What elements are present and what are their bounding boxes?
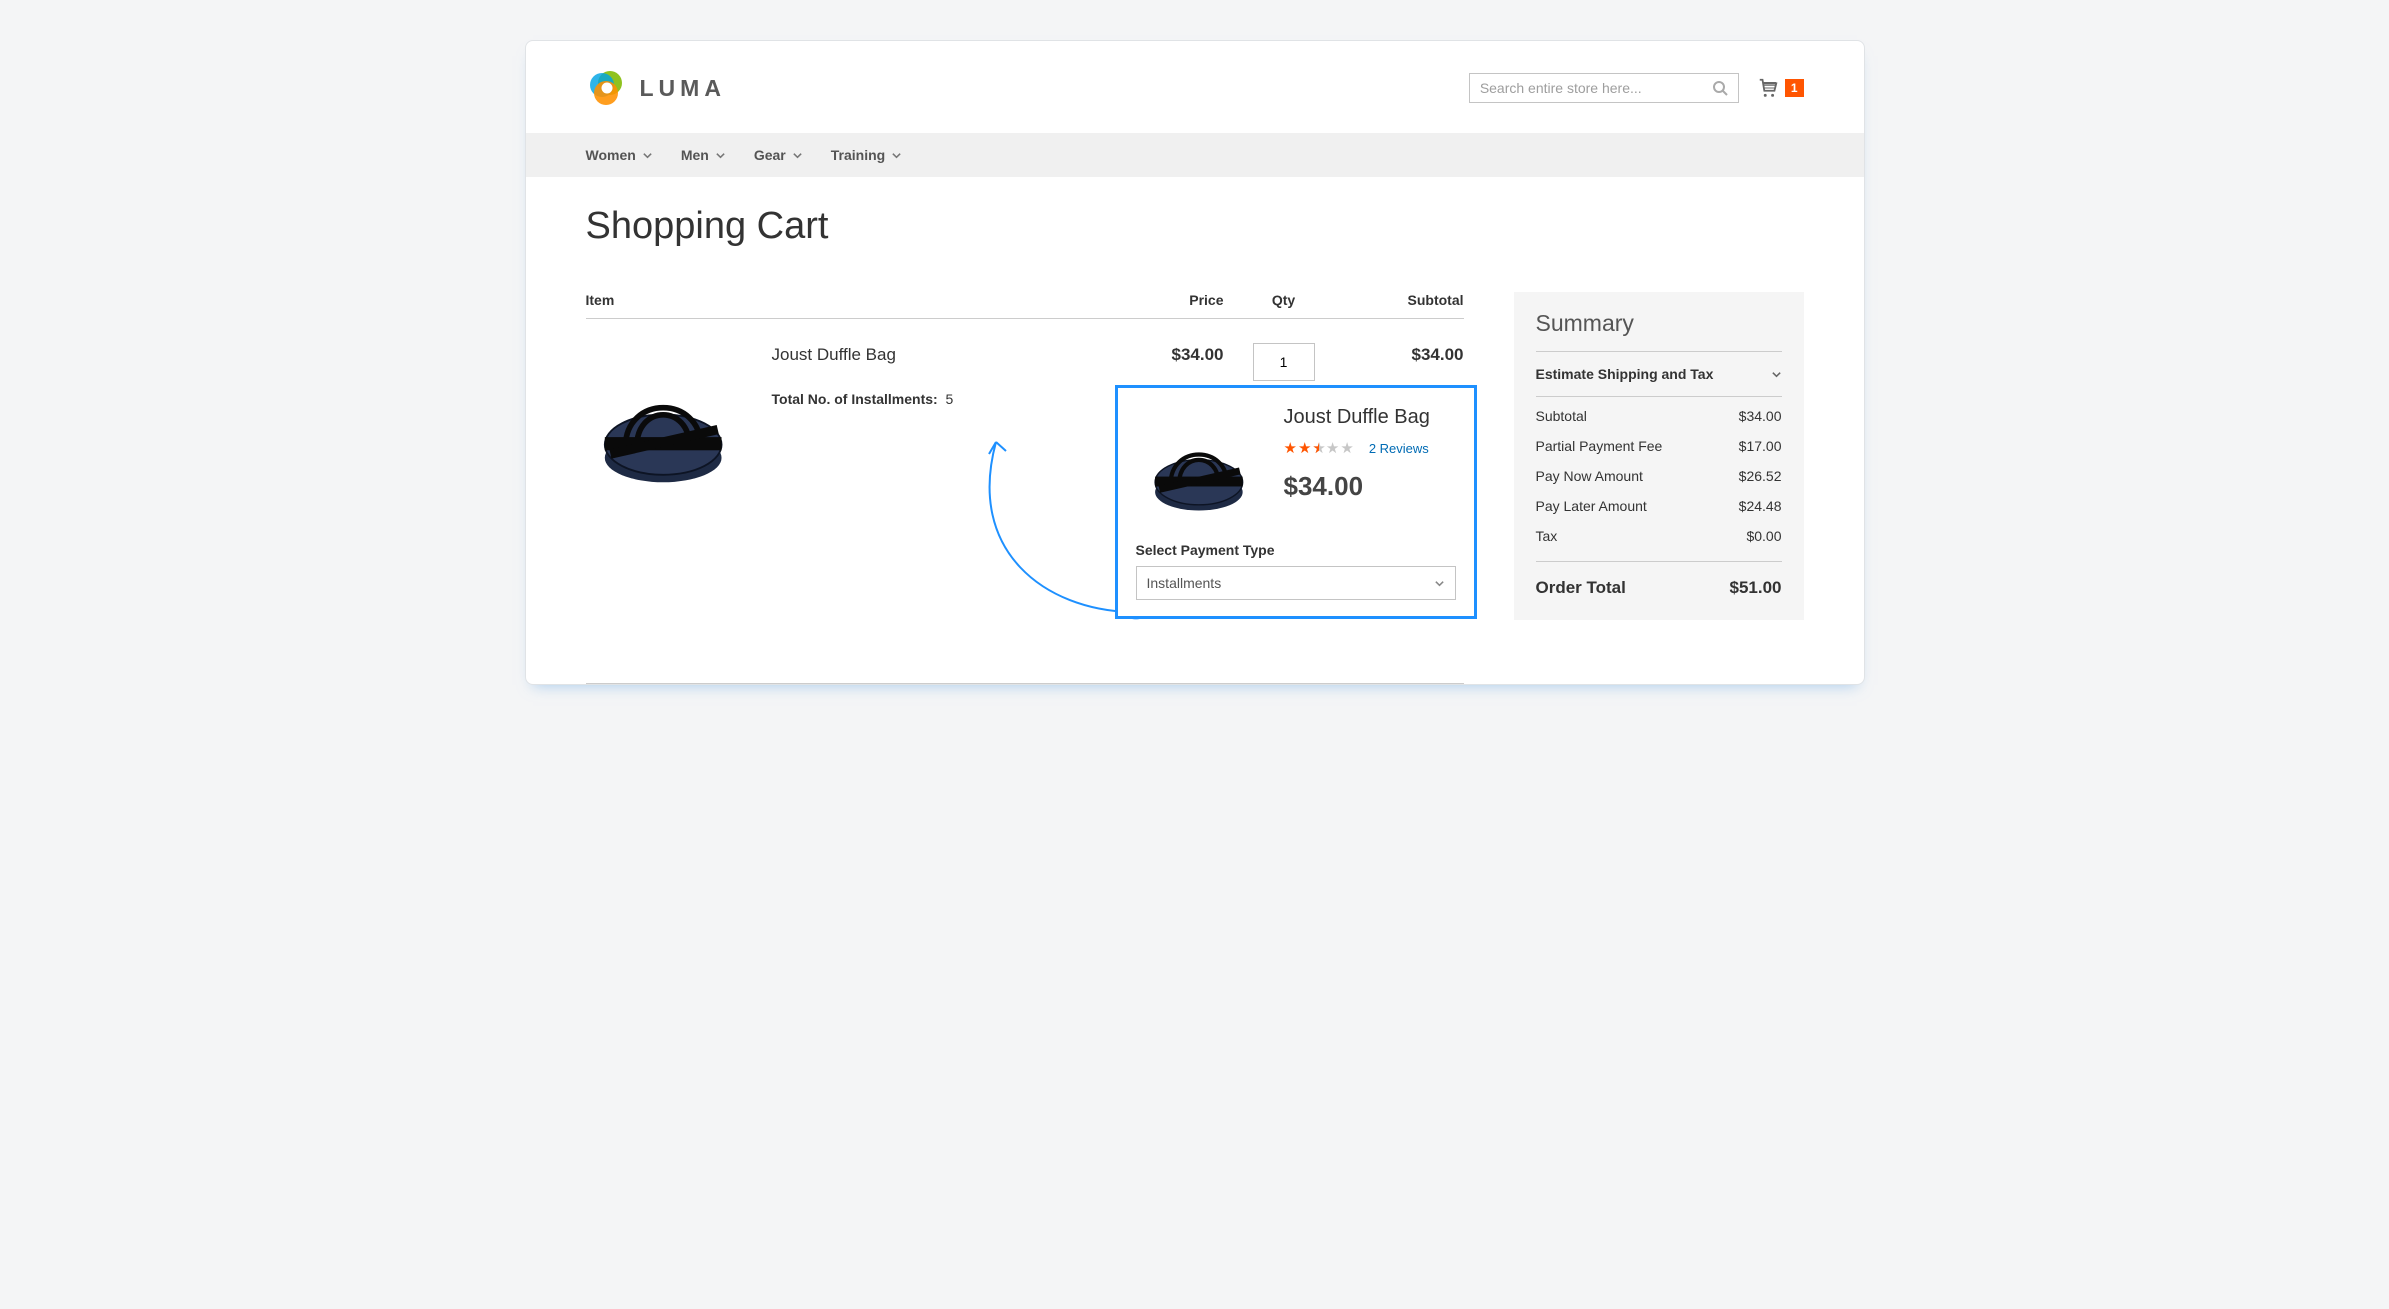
cart-divider (586, 683, 1464, 684)
cart-item: Joust Duffle Bag Total No. of Installmen… (586, 343, 1094, 503)
nav-item-gear[interactable]: Gear (754, 133, 803, 177)
qty-input[interactable] (1253, 343, 1315, 381)
product-image (586, 343, 746, 503)
summary-total: Order Total $51.00 (1536, 562, 1782, 598)
popover-price: $34.00 (1284, 471, 1430, 502)
installments-label: Total No. of Installments: (772, 391, 938, 407)
logo-text: LUMA (640, 75, 726, 102)
nav-label: Gear (754, 147, 786, 163)
chevron-down-icon (891, 150, 902, 161)
summary-line: Pay Now Amount $26.52 (1536, 461, 1782, 491)
installments-line: Total No. of Installments: 5 (772, 391, 954, 407)
estimate-label: Estimate Shipping and Tax (1536, 366, 1714, 382)
reviews-link[interactable]: 2 Reviews (1369, 441, 1429, 456)
main-nav: Women Men Gear Training (526, 133, 1864, 177)
col-header-item: Item (586, 292, 1094, 308)
search-icon (1712, 80, 1728, 96)
summary-line-label: Subtotal (1536, 408, 1587, 424)
payment-type-label: Select Payment Type (1136, 542, 1456, 558)
chevron-down-icon (715, 150, 726, 161)
rating-row: ★★★★★★ 2 Reviews (1284, 439, 1430, 457)
estimate-shipping-toggle[interactable]: Estimate Shipping and Tax (1536, 352, 1782, 396)
col-header-subtotal: Subtotal (1344, 292, 1464, 308)
summary-line-value: $24.48 (1739, 498, 1782, 514)
col-header-qty: Qty (1224, 292, 1344, 308)
cart-table-header: Item Price Qty Subtotal (586, 292, 1464, 319)
summary-line-value: $26.52 (1739, 468, 1782, 484)
page-title: Shopping Cart (586, 205, 1804, 248)
content: Item Price Qty Subtotal (586, 292, 1804, 684)
order-total-value: $51.00 (1730, 578, 1782, 598)
popover-product-name[interactable]: Joust Duffle Bag (1284, 406, 1430, 429)
chevron-down-icon (792, 150, 803, 161)
summary-line-label: Partial Payment Fee (1536, 438, 1663, 454)
chevron-down-icon (1434, 578, 1445, 589)
summary-line: Partial Payment Fee $17.00 (1536, 431, 1782, 461)
nav-label: Men (681, 147, 709, 163)
summary-line: Subtotal $34.00 (1536, 401, 1782, 431)
select-value: Installments (1147, 575, 1222, 591)
summary-line-label: Pay Now Amount (1536, 468, 1643, 484)
nav-label: Women (586, 147, 636, 163)
product-image (1136, 406, 1266, 526)
summary-line-value: $17.00 (1739, 438, 1782, 454)
page-header: LUMA 1 (586, 61, 1804, 133)
summary-line-value: $34.00 (1739, 408, 1782, 424)
minicart[interactable]: 1 (1757, 77, 1804, 99)
header-right: 1 (1469, 73, 1804, 103)
page-frame: LUMA 1 W (525, 40, 1865, 685)
cart-table: Item Price Qty Subtotal (586, 292, 1464, 684)
star-rating-icon: ★★★★★★ (1284, 439, 1355, 457)
cart-icon (1757, 77, 1779, 99)
search-box[interactable] (1469, 73, 1739, 103)
summary-panel: Summary Estimate Shipping and Tax Subtot… (1514, 292, 1804, 620)
popover-info: Joust Duffle Bag ★★★★★★ 2 Reviews $34.00 (1284, 406, 1430, 502)
nav-item-women[interactable]: Women (586, 133, 653, 177)
payment-type-select[interactable]: Installments (1136, 566, 1456, 600)
summary-line-label: Tax (1536, 528, 1558, 544)
nav-label: Training (831, 147, 885, 163)
logo[interactable]: LUMA (586, 67, 726, 109)
cart-count-badge: 1 (1785, 79, 1804, 97)
summary-line-value: $0.00 (1746, 528, 1781, 544)
summary-line-label: Pay Later Amount (1536, 498, 1647, 514)
order-total-label: Order Total (1536, 578, 1626, 598)
installments-value: 5 (945, 391, 953, 407)
summary-title: Summary (1536, 310, 1782, 337)
summary-line: Tax $0.00 (1536, 521, 1782, 551)
cart-item-info: Joust Duffle Bag Total No. of Installmen… (772, 343, 954, 407)
product-popover: Joust Duffle Bag ★★★★★★ 2 Reviews $34.00… (1115, 385, 1477, 619)
summary-lines: Subtotal $34.00 Partial Payment Fee $17.… (1536, 397, 1782, 561)
nav-item-men[interactable]: Men (681, 133, 726, 177)
summary-line: Pay Later Amount $24.48 (1536, 491, 1782, 521)
product-name[interactable]: Joust Duffle Bag (772, 345, 954, 365)
col-header-price: Price (1094, 292, 1224, 308)
nav-item-training[interactable]: Training (831, 133, 902, 177)
chevron-down-icon (1771, 369, 1782, 380)
search-input[interactable] (1480, 80, 1712, 96)
luma-logo-icon (586, 67, 628, 109)
chevron-down-icon (642, 150, 653, 161)
